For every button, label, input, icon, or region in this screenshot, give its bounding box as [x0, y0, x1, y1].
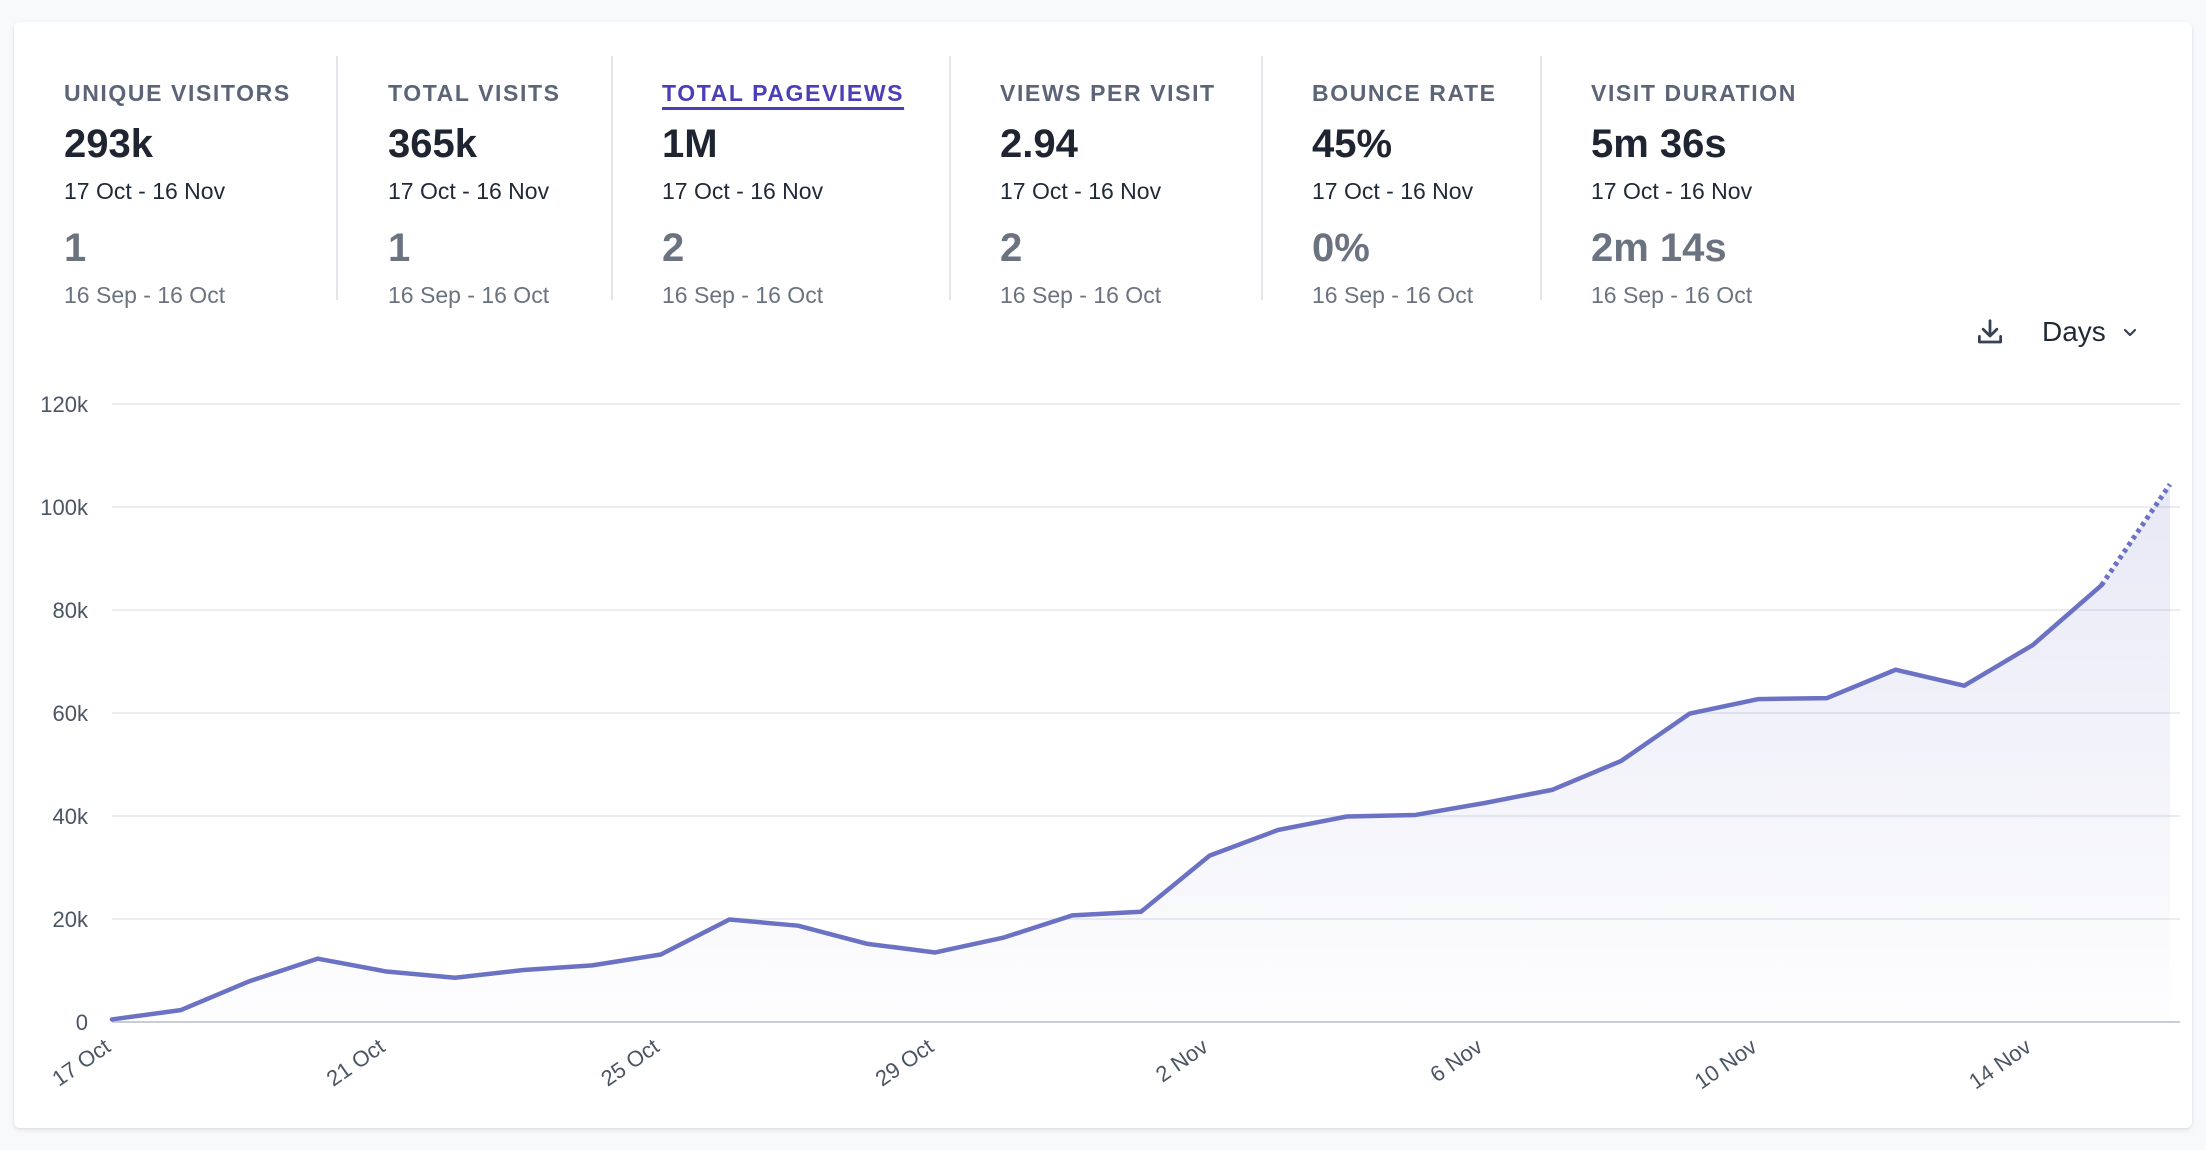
y-tick-label: 120k — [40, 392, 89, 417]
download-button[interactable] — [1970, 312, 2010, 352]
metric-value: 5m 36s — [1591, 122, 1727, 166]
metric-previous-value: 2 — [1000, 226, 1023, 270]
metric-value: 293k — [64, 122, 153, 166]
metric-divider — [336, 56, 338, 300]
metric-label[interactable]: VIEWS PER VISIT — [1000, 80, 1216, 107]
metric-range: 17 Oct - 16 Nov — [1591, 178, 1753, 204]
metric-previous-range: 16 Sep - 16 Oct — [1000, 282, 1162, 308]
y-tick-label: 20k — [53, 907, 89, 932]
x-tick-label: 21 Oct — [322, 1034, 389, 1092]
metric-divider — [611, 56, 613, 300]
metric-previous-value: 1 — [388, 226, 411, 270]
metric-divider — [1261, 56, 1263, 300]
metric-range: 17 Oct - 16 Nov — [1312, 178, 1474, 204]
metric-previous-range: 16 Sep - 16 Oct — [662, 282, 824, 308]
download-icon — [1978, 319, 2002, 344]
metric-previous-range: 16 Sep - 16 Oct — [1312, 282, 1474, 308]
metric-range: 17 Oct - 16 Nov — [662, 178, 824, 204]
metric-range: 17 Oct - 16 Nov — [388, 178, 550, 204]
metric-value: 2.94 — [1000, 122, 1078, 166]
metrics-row: UNIQUE VISITORS 293k 17 Oct - 16 Nov 1 1… — [14, 22, 2192, 308]
metric-value: 365k — [388, 122, 477, 166]
metric-range: 17 Oct - 16 Nov — [1000, 178, 1162, 204]
metric-label[interactable]: UNIQUE VISITORS — [64, 80, 291, 107]
metric-label[interactable]: VISIT DURATION — [1591, 80, 1797, 107]
metric-previous-range: 16 Sep - 16 Oct — [388, 282, 550, 308]
pageviews-chart: 0 20k 40k 60k 80k 100k 120k 17 Oct 21 Oct 25 Oct 2… — [40, 392, 2180, 1094]
metric-previous-value: 2 — [662, 226, 685, 270]
x-tick-label: 10 Nov — [1690, 1034, 1761, 1094]
metric-previous-range: 16 Sep - 16 Oct — [1591, 282, 1753, 308]
y-tick-label: 80k — [53, 598, 89, 623]
metric-previous-value: 0% — [1312, 226, 1370, 270]
chevron-down-icon — [2120, 322, 2140, 342]
metric-value: 45% — [1312, 122, 1393, 166]
x-tick-label: 17 Oct — [47, 1034, 114, 1092]
x-tick-label: 6 Nov — [1425, 1034, 1486, 1087]
dashboard-card: UNIQUE VISITORS 293k 17 Oct - 16 Nov 1 1… — [14, 22, 2192, 1128]
metric-range: 17 Oct - 16 Nov — [64, 178, 226, 204]
x-tick-label: 2 Nov — [1151, 1034, 1212, 1087]
x-tick-label: 29 Oct — [871, 1034, 938, 1092]
metric-label[interactable]: TOTAL PAGEVIEWS — [662, 80, 904, 107]
metric-previous-range: 16 Sep - 16 Oct — [64, 282, 226, 308]
metric-label[interactable]: BOUNCE RATE — [1312, 80, 1497, 107]
y-tick-label: 60k — [53, 701, 89, 726]
x-tick-label: 25 Oct — [596, 1034, 663, 1092]
y-tick-label: 100k — [40, 495, 89, 520]
metric-label[interactable]: TOTAL VISITS — [388, 80, 561, 107]
area-fill — [112, 484, 2170, 1023]
metric-previous-value: 1 — [64, 226, 87, 270]
interval-select[interactable]: Days — [2042, 310, 2160, 354]
y-tick-label: 0 — [76, 1010, 88, 1035]
x-tick-label: 14 Nov — [1964, 1034, 2035, 1094]
interval-label: Days — [2042, 316, 2106, 347]
metric-divider — [949, 56, 951, 300]
y-tick-label: 40k — [53, 804, 89, 829]
metric-divider — [1540, 56, 1542, 300]
metric-previous-value: 2m 14s — [1591, 226, 1727, 270]
metric-value: 1M — [662, 122, 718, 166]
